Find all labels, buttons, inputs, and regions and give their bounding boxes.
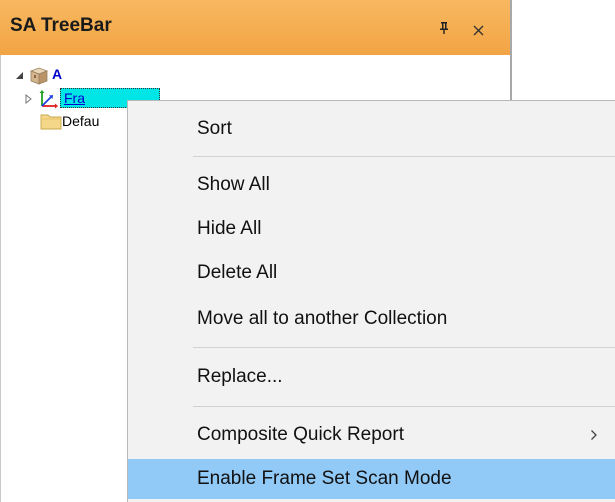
menu-item-hide-all[interactable]: Hide All (128, 209, 615, 249)
tree-root-label: A (52, 66, 63, 82)
menu-item-sort[interactable]: Sort (128, 109, 615, 149)
tree-frame-label: Fra (64, 90, 85, 106)
collection-box-icon (29, 67, 49, 85)
menu-item-label: Hide All (197, 218, 262, 239)
chevron-right-icon (591, 430, 597, 440)
menu-separator (193, 406, 615, 407)
treebar-window: SA TreeBar A Fra Defau Sort Show All Hid… (0, 0, 615, 502)
frame-axes-icon (39, 90, 58, 109)
menu-item-label: Move all to another Collection (197, 308, 448, 329)
menu-item-label: Composite Quick Report (197, 424, 404, 445)
close-icon[interactable] (473, 25, 484, 36)
panel-title: SA TreeBar (10, 15, 112, 36)
menu-separator (193, 347, 615, 348)
menu-item-label: Enable Frame Set Scan Mode (197, 468, 452, 489)
menu-item-replace[interactable]: Replace... (128, 357, 615, 397)
collapsed-triangle-icon[interactable] (25, 94, 32, 104)
pin-icon[interactable] (438, 22, 450, 34)
tree-node-root[interactable]: A (0, 64, 200, 86)
tree-default-label: Defau (62, 113, 100, 129)
folder-icon (40, 114, 62, 130)
context-menu: Sort Show All Hide All Delete All Move a… (127, 100, 615, 502)
menu-item-delete-all[interactable]: Delete All (128, 253, 615, 293)
menu-item-label: Show All (197, 174, 270, 195)
menu-item-move-all[interactable]: Move all to another Collection (128, 299, 615, 339)
panel-titlebar: SA TreeBar (0, 0, 510, 55)
menu-item-label: Delete All (197, 262, 278, 283)
menu-item-label: Sort (197, 118, 232, 139)
menu-item-enable-frame-set-scan-mode[interactable]: Enable Frame Set Scan Mode (128, 459, 615, 499)
menu-item-composite-quick-report[interactable]: Composite Quick Report (128, 415, 615, 455)
menu-separator (193, 156, 615, 157)
menu-item-label: Replace... (197, 366, 283, 387)
expanded-triangle-icon[interactable] (16, 72, 23, 79)
menu-item-show-all[interactable]: Show All (128, 165, 615, 205)
